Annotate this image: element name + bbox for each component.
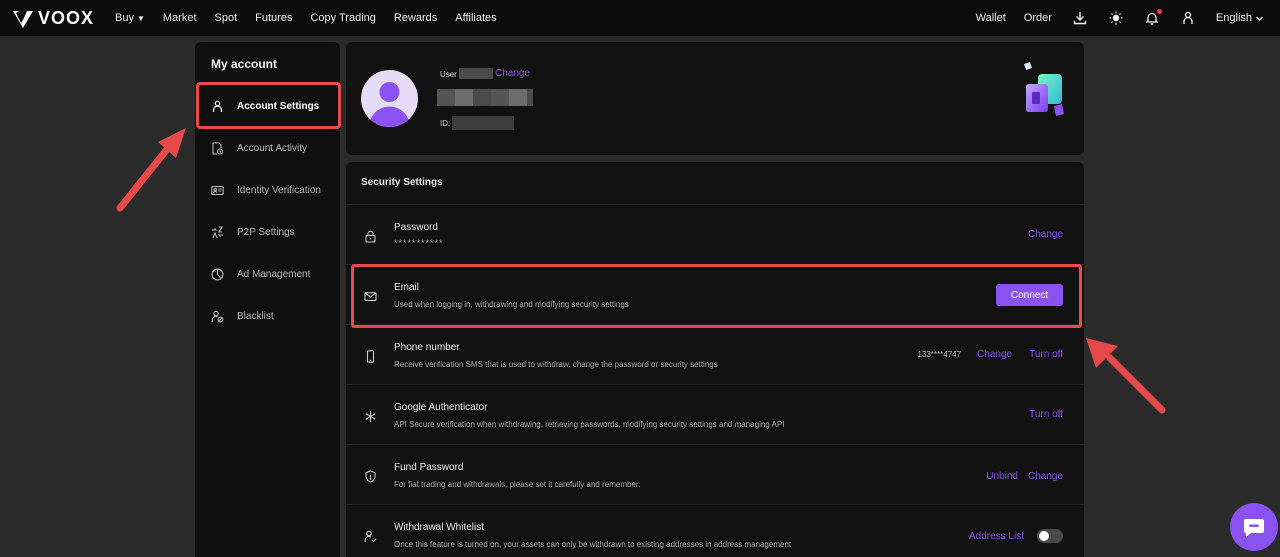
row-actions: Address List [969,529,1063,543]
row-actions: Turn off [1029,409,1063,420]
username-label: User [440,70,457,79]
nav-rewards[interactable]: Rewards [394,12,437,24]
notification-dot [1156,9,1162,14]
security-row-google-authenticator: Google Authenticator API Secure verifica… [346,385,1084,445]
redacted-account-info [437,89,533,106]
address-list-link[interactable]: Address List [969,531,1024,542]
phone-icon [363,349,377,363]
row-actions: 133****4747 Change Turn off [917,349,1063,360]
user-block-icon [210,309,224,323]
withdrawal-whitelist-toggle[interactable] [1037,529,1063,543]
id-card-icon [210,183,224,197]
sidebar-item-label: Account Activity [237,142,308,154]
security-settings-card: Security Settings Password *********** C… [346,162,1084,557]
security-row-password: Password *********** Change [346,205,1084,265]
redacted-username [459,68,493,79]
row-actions: Unbind Change [986,471,1063,482]
lock-icon [363,229,377,243]
row-title: Password [394,222,438,233]
nav-affiliates[interactable]: Affiliates [455,12,496,24]
authenticator-icon [363,409,377,423]
profile-card: User Change ID: [346,42,1084,155]
row-description: API Secure verification when withdrawing… [394,420,785,429]
row-title: Withdrawal Whitelist [394,522,485,533]
sidebar-item-p2p-settings[interactable]: P2P Settings [195,210,340,254]
security-3d-illustration-icon [1024,62,1064,116]
sidebar-item-label: Blacklist [237,310,274,322]
sidebar-title: My account [211,57,278,71]
p2p-icon [210,225,224,239]
row-actions: Change [1028,229,1063,240]
voox-logo[interactable]: VOOX [12,8,94,29]
nav-copy-trading[interactable]: Copy Trading [310,12,375,24]
security-row-phone: Phone number Receive verification SMS th… [346,325,1084,385]
nav-right: Wallet Order English [976,0,1264,36]
sidebar-item-identity-verification[interactable]: Identity Verification [195,168,340,212]
default-avatar-icon [369,82,410,127]
highlight-box-account-settings [196,82,341,129]
change-fund-password-link[interactable]: Change [1028,471,1063,482]
security-row-withdrawal-whitelist: Withdrawal Whitelist Once this feature i… [346,505,1084,557]
change-username-link[interactable]: Change [495,68,530,79]
highlight-box-email-row [351,264,1082,328]
row-description: Once this feature is turned on, your ass… [394,540,792,549]
row-title: Phone number [394,342,460,353]
avatar[interactable] [361,70,418,127]
user-profile-icon[interactable] [1180,10,1196,26]
top-navigation: VOOX Buy ▼ Market Spot Futures Copy Tradi… [0,0,1280,36]
change-password-link[interactable]: Change [1028,229,1063,240]
nav-wallet[interactable]: Wallet [976,12,1006,24]
row-description: For fiat trading and withdrawals, please… [394,480,641,489]
row-title: Fund Password [394,462,464,473]
activity-doc-icon [210,141,224,155]
sidebar-item-account-activity[interactable]: Account Activity [195,126,340,170]
user-id-label: ID: [440,119,451,128]
chevron-down-icon [1256,16,1263,21]
security-settings-title: Security Settings [361,177,443,188]
nav-spot[interactable]: Spot [215,12,238,24]
user-check-icon [363,529,377,543]
sidebar-item-ad-management[interactable]: Ad Management [195,252,340,296]
language-label: English [1215,12,1252,24]
redacted-user-id [452,116,514,130]
sidebar-item-label: P2P Settings [237,226,295,238]
language-selector[interactable]: English [1216,12,1264,24]
nav-order[interactable]: Order [1024,12,1052,24]
sidebar-item-blacklist[interactable]: Blacklist [195,294,340,338]
change-phone-link[interactable]: Change [977,349,1012,360]
row-title: Google Authenticator [394,402,488,413]
sidebar-item-label: Identity Verification [237,184,321,196]
download-icon[interactable] [1072,10,1088,26]
theme-sun-icon[interactable] [1108,10,1124,26]
brand-name: VOOX [38,8,95,28]
nav-market[interactable]: Market [163,12,197,24]
support-chat-button[interactable] [1230,503,1278,551]
chevron-down-icon: ▼ [136,14,145,23]
pie-chart-icon [210,267,224,281]
nav-buy[interactable]: Buy ▼ [115,12,145,24]
nav-buy-label: Buy [115,12,134,24]
turn-off-authenticator-link[interactable]: Turn off [1029,409,1063,420]
shield-icon [363,469,377,483]
password-masked-value: *********** [394,238,444,248]
notification-bell-icon[interactable] [1144,9,1162,26]
chat-bubble-icon [1244,519,1264,537]
sidebar-item-label: Ad Management [237,268,311,280]
turn-off-phone-link[interactable]: Turn off [1029,349,1063,360]
row-description: Receive verification SMS that is used to… [394,360,718,369]
unbind-fund-password-link[interactable]: Unbind [986,471,1018,482]
annotation-arrow-left-icon [116,128,186,212]
main-nav: Buy ▼ Market Spot Futures Copy Trading Re… [115,0,515,36]
security-row-fund-password: Fund Password For fiat trading and withd… [346,445,1084,505]
annotation-arrow-right-icon [1086,338,1166,414]
nav-futures[interactable]: Futures [255,12,292,24]
phone-number-value: 133****4747 [917,350,962,359]
voox-logo-mark-icon [13,10,33,28]
